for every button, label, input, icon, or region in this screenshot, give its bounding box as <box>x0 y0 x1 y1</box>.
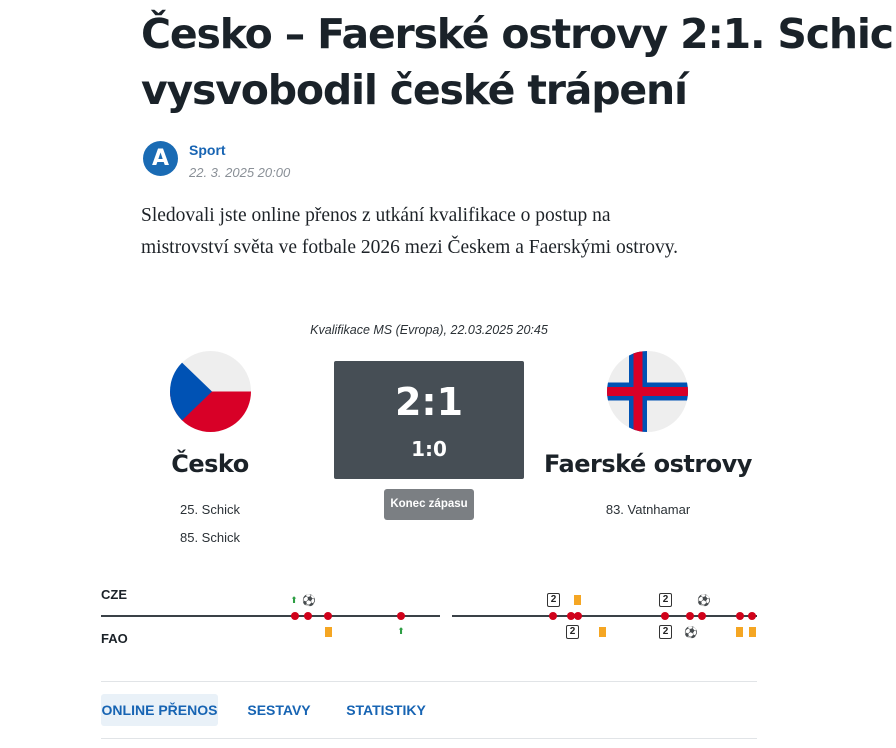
event-dot[interactable] <box>304 612 312 620</box>
article-title-line-1: Česko – Faerské ostrovy 2:1. Schick <box>141 10 896 58</box>
yellow-card-icon[interactable] <box>749 627 756 637</box>
tabs-bottom-divider <box>101 738 757 739</box>
event-dot[interactable] <box>574 612 582 620</box>
home-team-name[interactable]: Česko <box>110 450 310 478</box>
double-substitution-icon[interactable]: 2 <box>659 593 672 607</box>
event-dot[interactable] <box>748 612 756 620</box>
goal-ball-icon[interactable]: ⚽ <box>697 595 711 607</box>
home-scorer: 85. Schick <box>180 530 240 545</box>
event-dot[interactable] <box>661 612 669 620</box>
substitution-icon[interactable]: ⬆ <box>395 626 407 637</box>
event-dot[interactable] <box>686 612 694 620</box>
sub-in-arrow: ⬆ <box>397 626 405 636</box>
yellow-card-icon[interactable] <box>599 627 606 637</box>
home-scorer: 25. Schick <box>180 502 240 517</box>
event-dot[interactable] <box>291 612 299 620</box>
timeline-first-half <box>101 615 440 617</box>
timeline-home-label: CZE <box>101 587 127 602</box>
timeline-second-half <box>452 615 757 617</box>
tab-statistiky[interactable]: STATISTIKY <box>340 694 432 726</box>
goal-ball-icon[interactable]: ⚽ <box>684 627 698 639</box>
match-info: Kvalifikace MS (Evropa), 22.03.2025 20:4… <box>310 323 548 337</box>
yellow-card-icon[interactable] <box>325 627 332 637</box>
tab-online-prenos[interactable]: ONLINE PŘENOS <box>101 694 218 726</box>
article-title-line-2: vysvobodil české trápení <box>141 66 688 114</box>
yellow-card-icon[interactable] <box>574 595 581 605</box>
double-substitution-icon[interactable]: 2 <box>547 593 560 607</box>
czech-flag-icon <box>170 351 251 432</box>
substitution-icon[interactable]: ⬆ <box>288 595 300 606</box>
double-substitution-icon[interactable]: 2 <box>566 625 579 639</box>
event-dot[interactable] <box>549 612 557 620</box>
match-status-badge: Konec zápasu <box>384 489 474 520</box>
final-score: 2:1 <box>394 380 464 424</box>
halftime-score: 1:0 <box>411 437 447 461</box>
article-title: Česko – Faerské ostrovy 2:1. Schick vysv… <box>141 6 896 118</box>
score-box: 2:1 1:0 <box>334 361 524 479</box>
goal-ball-icon[interactable]: ⚽ <box>302 595 316 607</box>
author-logo: A <box>143 141 178 176</box>
event-dot[interactable] <box>324 612 332 620</box>
double-substitution-icon[interactable]: 2 <box>659 625 672 639</box>
tab-sestavy[interactable]: SESTAVY <box>240 694 318 726</box>
event-dot[interactable] <box>736 612 744 620</box>
article-lead: Sledovali jste online přenos z utkání kv… <box>141 205 679 258</box>
section-link[interactable]: Sport <box>189 142 226 158</box>
faroe-flag-icon <box>607 351 688 432</box>
event-dot[interactable] <box>397 612 405 620</box>
publish-date: 22. 3. 2025 20:00 <box>189 165 291 180</box>
event-dot[interactable] <box>698 612 706 620</box>
away-team-name[interactable]: Faerské ostrovy <box>538 450 758 478</box>
yellow-card-icon[interactable] <box>736 627 743 637</box>
tabs-top-divider <box>101 681 757 682</box>
away-scorer: 83. Vatnhamar <box>605 502 691 517</box>
sub-in-arrow: ⬆ <box>290 595 298 605</box>
timeline-away-label: FAO <box>101 631 128 646</box>
